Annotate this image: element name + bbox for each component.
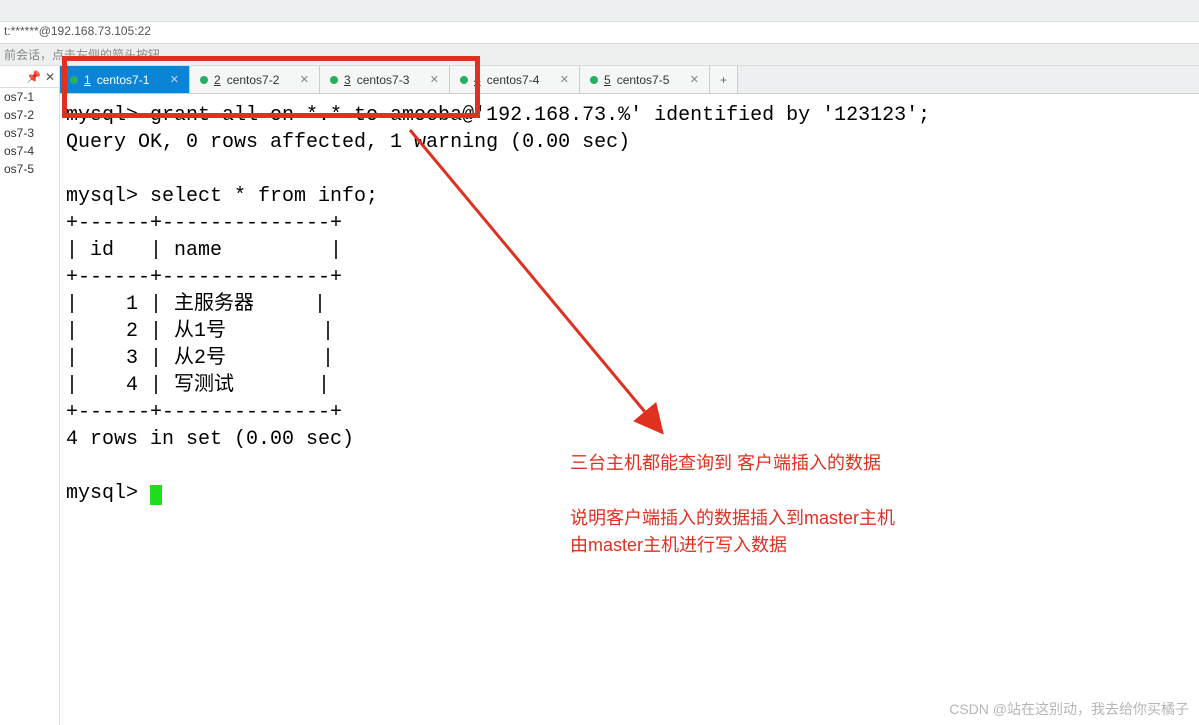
terminal-line: | 3 | 从2号 | bbox=[66, 347, 334, 370]
tab-close-icon[interactable]: ✕ bbox=[690, 73, 699, 86]
annotation-text: 三台主机都能查询到 客户端插入的数据 bbox=[570, 453, 881, 473]
watermark: CSDN @站在这别动，我去给你买橘子 bbox=[949, 699, 1189, 719]
cursor-icon bbox=[150, 485, 162, 505]
tab-label: centos7-2 bbox=[227, 73, 280, 87]
close-icon[interactable]: ✕ bbox=[45, 70, 55, 84]
tab-number: 3 bbox=[344, 73, 351, 87]
tab-close-icon[interactable]: ✕ bbox=[170, 73, 179, 86]
address-bar: t:******@192.168.73.105:22 bbox=[0, 22, 1199, 44]
tab-close-icon[interactable]: ✕ bbox=[300, 73, 309, 86]
annotation-text: 由master主机进行写入数据 bbox=[570, 535, 787, 555]
tab-centos7-2[interactable]: 2 centos7-2 ✕ bbox=[190, 66, 320, 93]
content-area: 1 centos7-1 ✕ 2 centos7-2 ✕ 3 centos7-3 … bbox=[60, 66, 1199, 725]
tab-close-icon[interactable]: ✕ bbox=[560, 73, 569, 86]
status-dot-icon bbox=[70, 76, 78, 84]
sidebar-item-host3[interactable]: os7-3 bbox=[0, 124, 59, 142]
status-dot-icon bbox=[330, 76, 338, 84]
status-dot-icon bbox=[590, 76, 598, 84]
tab-add-button[interactable]: + bbox=[710, 66, 738, 93]
terminal-line: +------+--------------+ bbox=[66, 212, 342, 235]
tab-number: 2 bbox=[214, 73, 221, 87]
terminal-line: | 2 | 从1号 | bbox=[66, 320, 334, 343]
tab-label: centos7-5 bbox=[617, 73, 670, 87]
terminal-line: +------+--------------+ bbox=[66, 266, 342, 289]
annotation-text: 说明客户端插入的数据插入到master主机 bbox=[570, 508, 895, 528]
sidebar-item-host5[interactable]: os7-5 bbox=[0, 160, 59, 178]
toolbar bbox=[0, 0, 1199, 22]
address-text: t:******@192.168.73.105:22 bbox=[4, 24, 151, 38]
tab-centos7-1[interactable]: 1 centos7-1 ✕ bbox=[60, 66, 190, 93]
status-dot-icon bbox=[460, 76, 468, 84]
terminal-line: mysql> select * from info; bbox=[66, 185, 378, 208]
terminal-line: | 1 | 主服务器 | bbox=[66, 293, 326, 316]
sidebar-item-host2[interactable]: os7-2 bbox=[0, 106, 59, 124]
pin-icon[interactable]: 📌 bbox=[26, 70, 41, 84]
tab-centos7-4[interactable]: 4 centos7-4 ✕ bbox=[450, 66, 580, 93]
main-area: 📌 ✕ os7-1 os7-2 os7-3 os7-4 os7-5 1 cent… bbox=[0, 66, 1199, 725]
tab-number: 4 bbox=[474, 73, 481, 87]
session-info-bar: 前会话，点击左侧的箭头按钮。 bbox=[0, 44, 1199, 66]
sidebar-item-host1[interactable]: os7-1 bbox=[0, 88, 59, 106]
tab-label: centos7-4 bbox=[487, 73, 540, 87]
annotation-1: 三台主机都能查询到 客户端插入的数据 bbox=[570, 450, 881, 477]
tab-close-icon[interactable]: ✕ bbox=[430, 73, 439, 86]
tab-label: centos7-3 bbox=[357, 73, 410, 87]
terminal-line: | id | name | bbox=[66, 239, 342, 262]
annotation-2: 说明客户端插入的数据插入到master主机 由master主机进行写入数据 bbox=[570, 505, 895, 559]
terminal-line: +------+--------------+ bbox=[66, 401, 342, 424]
session-hint: 前会话，点击左侧的箭头按钮。 bbox=[4, 48, 172, 62]
tab-centos7-5[interactable]: 5 centos7-5 ✕ bbox=[580, 66, 710, 93]
terminal-line: 4 rows in set (0.00 sec) bbox=[66, 428, 354, 451]
tab-bar: 1 centos7-1 ✕ 2 centos7-2 ✕ 3 centos7-3 … bbox=[60, 66, 1199, 94]
tab-centos7-3[interactable]: 3 centos7-3 ✕ bbox=[320, 66, 450, 93]
tab-number: 1 bbox=[84, 73, 91, 87]
status-dot-icon bbox=[200, 76, 208, 84]
terminal-line: Query OK, 0 rows affected, 1 warning (0.… bbox=[66, 131, 630, 154]
tab-label: centos7-1 bbox=[97, 73, 150, 87]
terminal-line: | 4 | 写测试 | bbox=[66, 374, 330, 397]
terminal-output[interactable]: mysql> grant all on *.* to amoeba@'192.1… bbox=[60, 94, 1199, 725]
sidebar-header: 📌 ✕ bbox=[0, 66, 59, 88]
terminal-line: mysql> grant all on *.* to amoeba@'192.1… bbox=[66, 104, 930, 127]
sidebar-item-host4[interactable]: os7-4 bbox=[0, 142, 59, 160]
terminal-line: mysql> bbox=[66, 482, 150, 505]
tab-number: 5 bbox=[604, 73, 611, 87]
sidebar: 📌 ✕ os7-1 os7-2 os7-3 os7-4 os7-5 bbox=[0, 66, 60, 725]
